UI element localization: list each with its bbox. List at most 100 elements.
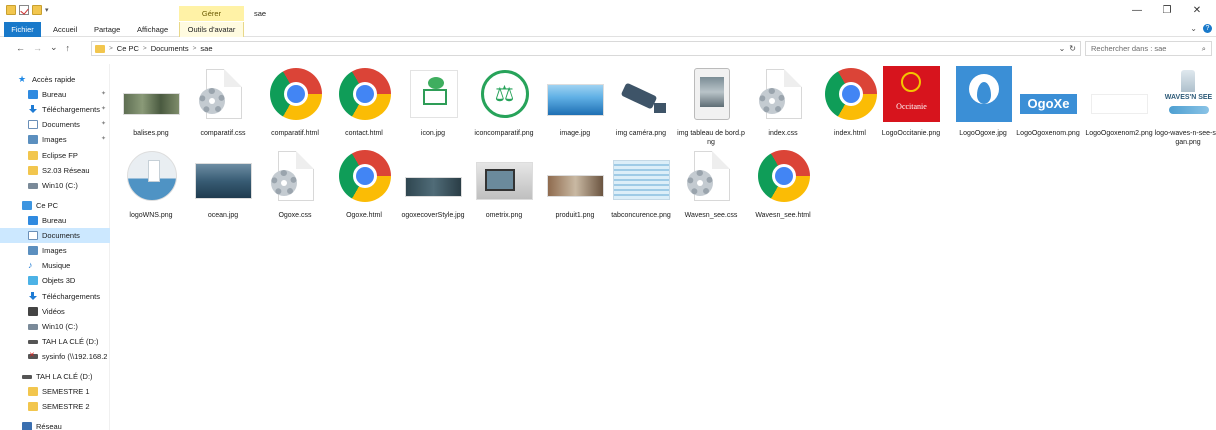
file-item[interactable]: LogoOgoxe.jpg — [948, 66, 1018, 146]
sidebar-item[interactable]: SEMESTRE 1 — [0, 384, 110, 399]
properties-icon[interactable] — [19, 5, 29, 15]
file-item[interactable]: comparatif.css — [188, 66, 258, 146]
tab-partage[interactable]: Partage — [94, 22, 120, 37]
file-item[interactable]: tabconcurence.png — [606, 148, 676, 228]
file-item[interactable]: ocean.jpg — [188, 148, 258, 228]
maximize-button[interactable]: ❐ — [1152, 4, 1182, 18]
table-screenshot — [613, 160, 670, 200]
file-item[interactable]: ogoxecoverStyle.jpg — [398, 148, 468, 228]
sidebar-item[interactable]: ♪ Musique — [0, 258, 110, 273]
tab-outils-avatar[interactable]: Outils d'avatar — [179, 22, 244, 37]
breadcrumb-separator[interactable]: > — [143, 45, 147, 52]
sidebar-item-label: Win10 (C:) — [42, 181, 78, 190]
file-name: ometrix.png — [485, 212, 523, 219]
expand-ribbon-chevron-icon[interactable]: ⌄ — [1190, 24, 1197, 33]
file-item[interactable]: image.jpg — [540, 66, 610, 146]
sidebar-item[interactable]: Téléchargements ✦ — [0, 102, 110, 117]
sidebar-item[interactable]: Réseau — [0, 419, 110, 430]
file-name: LogoOgoxe.jpg — [959, 130, 1007, 137]
file-item[interactable]: OgoXe LogoOgoxenom.png — [1013, 66, 1083, 146]
file-item[interactable]: icon.jpg — [398, 66, 468, 146]
file-item[interactable]: Wavesn_see.css — [676, 148, 746, 228]
up-arrow-icon[interactable]: ↑ — [66, 43, 71, 53]
breadcrumb-sae[interactable]: sae — [200, 44, 212, 53]
sidebar-item[interactable]: Documents ✦ — [0, 117, 110, 132]
file-item[interactable]: Ogoxe.css — [260, 148, 330, 228]
file-item[interactable]: Occitanie LogoOccitanie.png — [876, 66, 946, 146]
objects3d-icon — [28, 276, 38, 285]
sidebar-item[interactable]: sysinfo (\\192.168.2 — [0, 349, 110, 364]
folder-icon — [28, 402, 38, 411]
close-button[interactable]: ✕ — [1182, 4, 1212, 18]
file-thumbnail — [683, 148, 740, 204]
sidebar-item[interactable]: Bureau ✦ — [0, 87, 110, 102]
file-item[interactable]: Ogoxe.html — [329, 148, 399, 228]
file-item[interactable]: WAVES'N SEE logo-waves-n-see-slogan.png — [1153, 66, 1216, 146]
file-name: Ogoxe.css — [278, 212, 312, 219]
sidebar-item[interactable]: Bureau — [0, 213, 110, 228]
recent-locations-chevron-icon[interactable]: ⌄ — [50, 42, 58, 53]
help-icon[interactable]: ? — [1203, 24, 1212, 33]
star-icon: ★ — [18, 74, 27, 84]
file-item[interactable]: logoWNS.png — [116, 148, 186, 228]
sidebar-item[interactable]: S2.03 Réseau — [0, 163, 110, 178]
sidebar-item-label: Eclipse FP — [42, 151, 78, 160]
file-item[interactable]: comparatif.html — [260, 66, 330, 146]
breadcrumb-documents[interactable]: Documents — [151, 44, 189, 53]
customize-toolbar-chevron-icon[interactable]: ▾ — [45, 6, 49, 14]
sidebar-item[interactable]: ★ Accès rapide — [0, 72, 110, 87]
tab-fichier[interactable]: Fichier — [4, 22, 41, 37]
file-item[interactable]: ometrix.png — [469, 148, 539, 228]
sidebar-item[interactable]: SEMESTRE 2 — [0, 399, 110, 414]
breadcrumb-ce-pc[interactable]: Ce PC — [117, 44, 139, 53]
sidebar-item[interactable]: TAH LA CLÉ (D:) — [0, 334, 110, 349]
address-dropdown-chevron-icon[interactable]: ⌄ — [1059, 42, 1066, 55]
pin-icon[interactable]: ✦ — [101, 105, 106, 112]
file-item[interactable]: index.html — [815, 66, 885, 146]
images-icon — [28, 135, 38, 144]
search-icon[interactable]: ⌕ — [1202, 42, 1206, 55]
file-thumbnail — [123, 148, 180, 204]
pin-icon[interactable]: ✦ — [101, 120, 106, 127]
breadcrumb-separator[interactable]: > — [193, 45, 197, 52]
tab-accueil[interactable]: Accueil — [53, 22, 77, 37]
pin-icon[interactable]: ✦ — [101, 90, 106, 97]
sidebar-item-label: Bureau — [42, 90, 67, 99]
drive-icon — [28, 182, 38, 189]
sidebar-item[interactable]: Images — [0, 243, 110, 258]
sidebar-item[interactable]: Win10 (C:) — [0, 178, 110, 193]
file-item[interactable]: img caméra.png — [606, 66, 676, 146]
file-item[interactable]: img tableau de bord.png — [676, 66, 746, 146]
sidebar-item[interactable]: Images ✦ — [0, 132, 110, 147]
minimize-button[interactable]: — — [1122, 4, 1152, 18]
back-arrow-icon[interactable]: ← — [16, 43, 25, 53]
forward-arrow-icon[interactable]: → — [33, 43, 42, 53]
sidebar-item[interactable]: Win10 (C:) — [0, 319, 110, 334]
folder-icon[interactable] — [6, 5, 16, 15]
sidebar-item[interactable]: Objets 3D — [0, 273, 110, 288]
file-item[interactable]: produit1.png — [540, 148, 610, 228]
file-item[interactable]: contact.html — [329, 66, 399, 146]
sidebar-item-label: Images — [42, 135, 67, 144]
file-item[interactable]: Wavesn_see.html — [748, 148, 818, 228]
sidebar-item[interactable]: TAH LA CLÉ (D:) — [0, 369, 110, 384]
ogoxe-wordmark: OgoXe — [1020, 94, 1077, 114]
file-item[interactable]: iconcomparatif.png — [469, 66, 539, 146]
file-name: Wavesn_see.css — [684, 212, 738, 219]
refresh-icon[interactable]: ↻ — [1069, 42, 1076, 55]
new-folder-icon[interactable] — [32, 5, 42, 15]
contextual-group-label: Gérer — [179, 6, 244, 21]
tab-affichage[interactable]: Affichage — [137, 22, 168, 37]
file-item[interactable]: index.css — [748, 66, 818, 146]
file-item[interactable]: balises.png — [116, 66, 186, 146]
sidebar-item[interactable]: Eclipse FP — [0, 148, 110, 163]
sidebar-item[interactable]: Documents — [0, 228, 110, 243]
search-input[interactable]: Rechercher dans : sae ⌕ — [1085, 41, 1212, 56]
pin-icon[interactable]: ✦ — [101, 135, 106, 142]
sidebar-item[interactable]: Ce PC — [0, 198, 110, 213]
breadcrumb-separator[interactable]: > — [109, 45, 113, 52]
file-item[interactable]: LogoOgoxenom2.png — [1084, 66, 1154, 146]
sidebar-item[interactable]: Vidéos — [0, 304, 110, 319]
sidebar-item[interactable]: Téléchargements — [0, 289, 110, 304]
address-bar[interactable]: > Ce PC > Documents > sae ⌄ ↻ — [91, 41, 1081, 56]
